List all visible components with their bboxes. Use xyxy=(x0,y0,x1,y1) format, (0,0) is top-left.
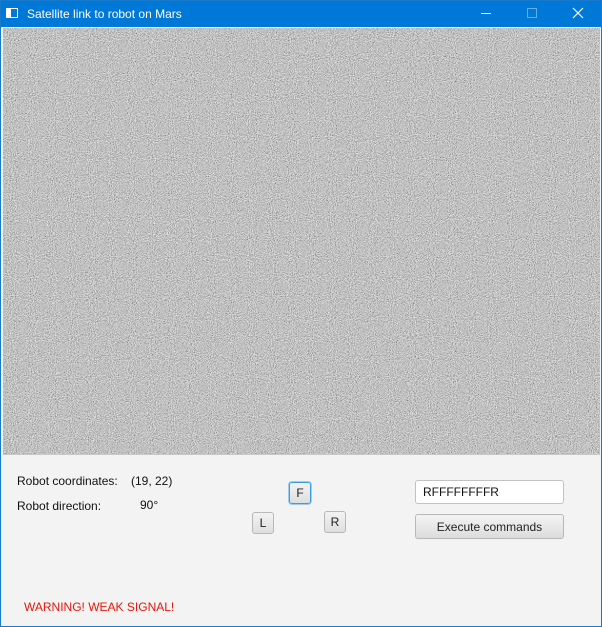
weak-signal-warning: WARNING! WEAK SIGNAL! xyxy=(24,600,175,614)
satellite-video-feed xyxy=(3,28,600,455)
robot-coordinates-label: Robot coordinates: xyxy=(17,474,118,488)
robot-direction-label: Robot direction: xyxy=(17,499,102,513)
maximize-icon xyxy=(527,7,537,21)
close-button[interactable] xyxy=(555,1,601,27)
command-input[interactable] xyxy=(415,480,564,504)
robot-coordinates-value: (19, 22) xyxy=(131,474,173,488)
app-icon xyxy=(6,7,18,19)
forward-button[interactable]: F xyxy=(289,482,311,504)
app-window: Satellite link to robot on Mars Robot co… xyxy=(0,0,602,627)
title-bar[interactable]: Satellite link to robot on Mars xyxy=(1,1,601,27)
turn-left-button[interactable]: L xyxy=(252,512,274,534)
robot-direction-value: 90° xyxy=(140,498,159,512)
static-noise xyxy=(3,28,600,454)
maximize-button[interactable] xyxy=(509,1,555,27)
minimize-button[interactable] xyxy=(463,1,509,27)
close-icon xyxy=(572,7,584,22)
window-title: Satellite link to robot on Mars xyxy=(27,7,182,21)
execute-commands-button[interactable]: Execute commands xyxy=(415,514,564,539)
turn-right-button[interactable]: R xyxy=(324,511,346,533)
minimize-icon xyxy=(481,7,491,21)
